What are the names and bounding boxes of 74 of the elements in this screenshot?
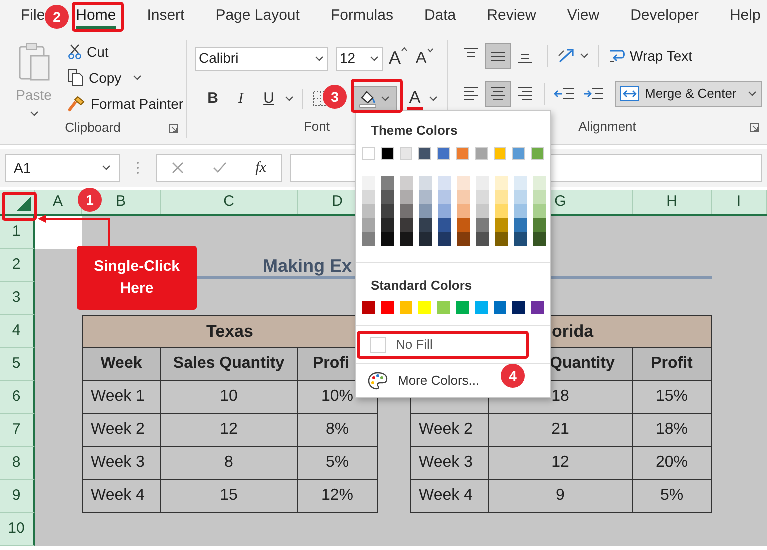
menu-tab[interactable]: Data xyxy=(424,5,456,29)
column-header[interactable]: D xyxy=(332,190,343,214)
table-cell: Week 3 xyxy=(410,447,489,480)
row-header[interactable]: 3 xyxy=(0,282,35,315)
table-cell: 20% xyxy=(633,447,712,480)
column-heading: Profit xyxy=(633,348,712,381)
wrap-text-button[interactable]: Wrap Text xyxy=(608,46,693,66)
name-box[interactable]: A1 xyxy=(5,154,120,182)
table-cell: 21 xyxy=(489,414,633,447)
group-label: Clipboard xyxy=(65,118,121,137)
row-header[interactable]: 7 xyxy=(0,414,35,447)
row-header[interactable]: 6 xyxy=(0,381,35,414)
table-cell: 15% xyxy=(633,381,712,414)
row-header[interactable]: 5 xyxy=(0,348,35,381)
table-cell: 9 xyxy=(489,480,633,513)
table-cell: 12 xyxy=(489,447,633,480)
font-name-field[interactable]: Calibri xyxy=(195,46,328,70)
section-heading: Standard Colors xyxy=(371,278,472,293)
menu-tab[interactable]: Insert xyxy=(147,5,185,29)
bold-button[interactable]: B xyxy=(201,87,225,111)
column-header[interactable]: A xyxy=(52,190,63,214)
menu-tab[interactable]: Help xyxy=(730,5,761,29)
table-cell: Week 1 xyxy=(82,381,161,414)
sheet-title: Making Ex xyxy=(263,255,352,276)
group-label: Font xyxy=(304,118,330,136)
callout-label: Single-Click Here xyxy=(77,246,197,310)
column-heading: Week xyxy=(82,348,161,381)
table-cell: 8% xyxy=(298,414,378,447)
format-painter-button[interactable]: Format Painter xyxy=(68,94,184,114)
row-header[interactable]: 8 xyxy=(0,447,35,480)
menu-tab[interactable]: Review xyxy=(487,5,536,29)
menu-tab[interactable]: Page Layout xyxy=(216,5,300,29)
column-header[interactable]: B xyxy=(116,190,126,214)
menu-item[interactable]: No Fill xyxy=(357,330,529,358)
menu-tab[interactable]: Home xyxy=(76,5,116,29)
font-color-button[interactable]: A xyxy=(407,88,438,110)
italic-button[interactable]: I xyxy=(229,87,253,111)
table-cell: 5% xyxy=(298,447,378,480)
font-size-field[interactable]: 12 xyxy=(336,46,383,70)
insert-function-button[interactable]: fx xyxy=(256,156,266,180)
table-cell: 18% xyxy=(633,414,712,447)
shrink-font-button[interactable]: A xyxy=(416,46,434,70)
section-heading: Theme Colors xyxy=(371,123,458,138)
table-cell: 12 xyxy=(161,414,298,447)
table-cell: 12% xyxy=(298,480,378,513)
table-cell: 10 xyxy=(161,381,298,414)
column-header[interactable]: H xyxy=(666,190,678,214)
table-cell: Week 4 xyxy=(410,480,489,513)
table-cell: 8 xyxy=(161,447,298,480)
table-cell: Week 3 xyxy=(82,447,161,480)
underline-button[interactable]: U xyxy=(257,87,281,111)
row-header[interactable]: 10 xyxy=(0,513,35,546)
column-heading: Sales Quantity xyxy=(161,348,298,381)
column-header[interactable]: C xyxy=(224,190,234,214)
copy-button[interactable]: Copy xyxy=(68,68,184,88)
row-header[interactable]: 2 xyxy=(0,249,35,282)
group-label: Alignment xyxy=(578,118,636,136)
table-cell: Week 2 xyxy=(410,414,489,447)
table-cell: 5% xyxy=(633,480,712,513)
column-header[interactable]: I xyxy=(736,190,742,214)
menu-tab[interactable]: Developer xyxy=(630,5,699,29)
table-cell: Week 4 xyxy=(82,480,161,513)
row-header[interactable]: 4 xyxy=(0,315,35,348)
cut-button[interactable]: Cut xyxy=(68,42,184,62)
merge-center-button[interactable]: Merge & Center xyxy=(615,81,762,107)
menu-tab[interactable]: File xyxy=(21,5,46,29)
menu-tab[interactable]: View xyxy=(567,5,600,29)
menu-tab[interactable]: Formulas xyxy=(330,5,394,29)
row-header[interactable]: 1 xyxy=(0,216,35,249)
grow-font-button[interactable]: A xyxy=(389,45,408,72)
column-header[interactable]: G xyxy=(554,190,566,214)
row-header[interactable]: 9 xyxy=(0,480,35,513)
table-cell: 15 xyxy=(161,480,298,513)
table-cell: Week 2 xyxy=(82,414,161,447)
